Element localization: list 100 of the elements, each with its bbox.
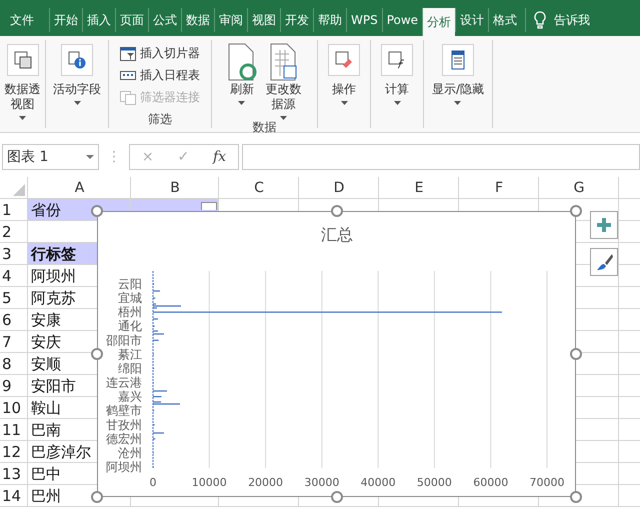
ribbon-tab[interactable]: 文件 — [0, 8, 43, 32]
ribbon-tab[interactable]: 视图 — [247, 8, 280, 32]
axis-tick-label: 0 — [150, 476, 156, 489]
ribbon-button[interactable]: 活动字段 — [51, 44, 103, 128]
lightbulb-icon[interactable] — [534, 11, 546, 29]
ribbon-tab[interactable]: 数据 — [181, 8, 214, 32]
ribbon-button[interactable]: 更改数据源 — [262, 42, 304, 120]
change-source-icon — [268, 42, 298, 82]
row-header[interactable]: 2 — [0, 221, 28, 243]
chart-title: 汇总 — [321, 225, 353, 244]
ribbon-button[interactable]: 数据透视图 — [2, 44, 44, 128]
ribbon-tab[interactable]: 设计 — [455, 8, 488, 32]
row-header[interactable]: 11 — [0, 419, 28, 441]
column-header[interactable]: A — [28, 177, 131, 199]
formula-input[interactable] — [242, 144, 640, 170]
category-label: 德宏州 — [106, 432, 142, 446]
category-label: 阿坝州 — [106, 460, 142, 474]
table-cell: 阿克苏 — [31, 288, 76, 308]
column-header[interactable]: B — [131, 177, 219, 199]
column-header[interactable]: D — [299, 177, 379, 199]
brush-icon — [595, 253, 613, 271]
insert-function-button[interactable]: fx — [213, 149, 226, 165]
info-icon — [68, 51, 86, 69]
category-label: 甘孜州 — [106, 418, 142, 432]
category-label: 通化 — [118, 319, 142, 334]
column-header[interactable]: F — [459, 177, 539, 199]
formula-icon — [388, 51, 406, 69]
chart-elements-button[interactable] — [590, 211, 618, 239]
ribbon-tab[interactable]: 插入 — [82, 8, 115, 32]
category-label: 鹤壁市 — [106, 404, 142, 418]
ribbon-small-button[interactable]: 插入日程表 — [120, 66, 200, 85]
dropdown-caret-icon[interactable] — [86, 155, 94, 159]
ribbon-tab[interactable]: 格式 — [488, 8, 522, 32]
axis-tick-label: 10000 — [192, 476, 227, 489]
tell-me-link[interactable]: 告诉我 — [554, 12, 590, 28]
row-labels-header: 行标签 — [31, 244, 76, 264]
name-box[interactable]: 图表 1 — [2, 144, 99, 170]
table-cell: 安顺 — [31, 354, 61, 374]
ribbon-tab[interactable]: WPS — [346, 8, 382, 32]
pivot-chart-icon — [14, 51, 32, 69]
category-label: 邵阳市 — [106, 333, 142, 348]
ribbon-tab[interactable]: 开发 — [280, 8, 313, 32]
ribbon-tab[interactable]: 审阅 — [214, 8, 247, 32]
table-cell: 巴彦淖尔 — [31, 442, 91, 462]
ribbon-tab[interactable]: 开始 — [49, 8, 82, 32]
category-label: 连云港 — [106, 376, 142, 390]
column-header[interactable]: C — [219, 177, 299, 199]
ribbon-tab[interactable]: 帮助 — [313, 8, 346, 32]
row-header[interactable]: 7 — [0, 331, 28, 353]
group-label: 筛选 — [148, 112, 172, 126]
table-cell: 安阳市 — [31, 376, 76, 396]
chart-area[interactable]: 汇总 0 10000 20000 30000 40000 50000 60000 70000 云阳 宜城 梧州 通化 邵阳市 綦江 绵阳 连云港 嘉兴 鹤壁市 甘孜州 德宏州 沧州 阿坝州 — [97, 211, 576, 497]
row-header[interactable]: 3 — [0, 243, 28, 265]
table-cell: 巴中 — [31, 464, 61, 484]
row-header[interactable]: 4 — [0, 265, 28, 287]
axis-tick-label: 20000 — [248, 476, 284, 489]
table-cell: 安康 — [31, 310, 61, 330]
row-header[interactable]: 8 — [0, 353, 28, 375]
ribbon-small-button[interactable]: 插入切片器 — [120, 44, 200, 63]
category-label: 梧州 — [118, 305, 142, 320]
row-header[interactable]: 5 — [0, 287, 28, 309]
ribbon-tab[interactable]: 公式 — [148, 8, 181, 32]
row-header[interactable]: 1 — [0, 199, 28, 221]
category-label: 綦江 — [118, 347, 142, 362]
ribbon-button[interactable]: 操作 — [326, 44, 362, 128]
axis-tick-label: 70000 — [530, 476, 564, 489]
row-header[interactable]: 12 — [0, 441, 28, 463]
filter-dropdown-button[interactable] — [201, 202, 217, 210]
row-header[interactable]: 10 — [0, 397, 28, 419]
ribbon-button[interactable]: 计算 — [379, 44, 415, 128]
column-header[interactable]: E — [379, 177, 459, 199]
eraser-icon — [335, 51, 353, 69]
timeline-icon — [120, 68, 136, 82]
connections-icon — [120, 90, 136, 104]
axis-tick-label: 40000 — [360, 476, 396, 489]
chart-styles-button[interactable] — [590, 248, 618, 276]
table-cell: 安庆 — [31, 332, 61, 352]
list-panel-icon — [450, 50, 465, 70]
ribbon-tab[interactable]: 分析 — [422, 8, 456, 36]
row-header[interactable]: 13 — [0, 463, 28, 485]
field-name-cell: 省份 — [31, 200, 61, 220]
category-label: 绵阳 — [118, 361, 142, 376]
table-cell: 阿坝州 — [31, 266, 76, 286]
table-cell: 巴南 — [31, 420, 61, 440]
row-header[interactable]: 6 — [0, 309, 28, 331]
axis-tick-label: 60000 — [473, 476, 508, 489]
column-header[interactable]: G — [539, 177, 619, 199]
ribbon-button[interactable]: 显示/隐藏 — [430, 44, 486, 128]
category-label: 宜城 — [118, 291, 142, 306]
refresh-document-icon — [226, 42, 257, 82]
slicer-icon — [120, 46, 136, 60]
axis-tick-label: 50000 — [416, 476, 452, 489]
row-header[interactable]: 14 — [0, 485, 28, 507]
row-header[interactable]: 9 — [0, 375, 28, 397]
group-label: 数据 — [252, 120, 276, 134]
category-label: 云阳 — [118, 277, 142, 291]
plus-icon — [597, 218, 611, 232]
table-cell: 鞍山 — [31, 398, 61, 418]
ribbon-button[interactable]: 刷新 — [224, 42, 259, 120]
ribbon-tab[interactable]: 页面 — [115, 8, 148, 32]
